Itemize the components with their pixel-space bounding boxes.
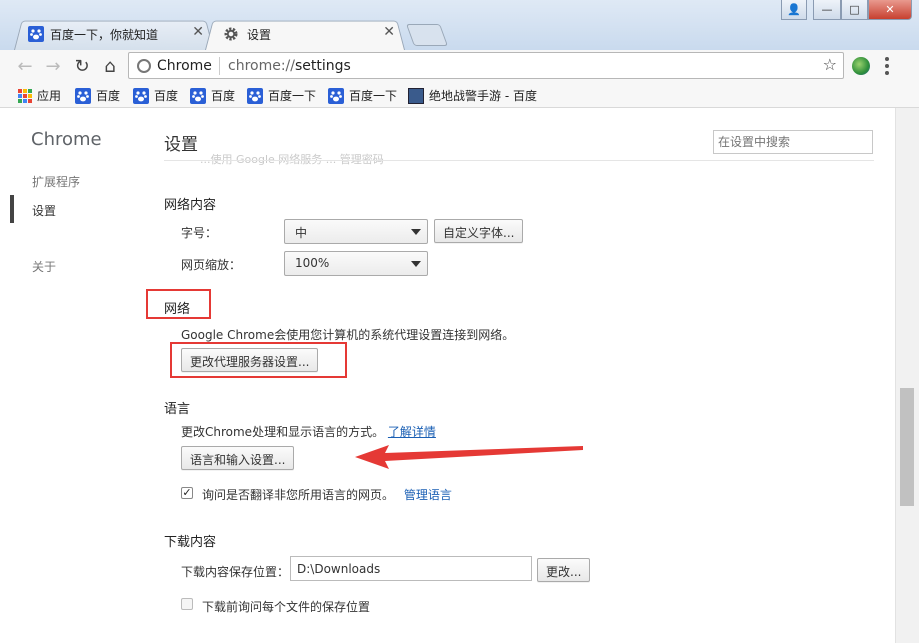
chrome-logo-icon [137, 59, 151, 73]
chrome-chip: Chrome [137, 58, 212, 74]
tab-baidu[interactable]: 百度一下，你就知道 ✕ [14, 18, 214, 50]
baidu-paw-icon [190, 87, 206, 104]
sidebar-item-settings[interactable]: 设置 [32, 202, 56, 219]
tab-strip: 百度一下，你就知道 ✕ 设置 ✕ 👤 — □ ✕ [0, 0, 919, 51]
sidebar-title: Chrome [31, 129, 102, 150]
maximize-button[interactable]: □ [841, 0, 868, 20]
section-heading-language: 语言 [164, 402, 191, 417]
sidebar-active-indicator [10, 195, 14, 223]
annotation-arrow-icon [355, 445, 583, 469]
user-profile-icon[interactable]: 👤 [781, 0, 807, 20]
bookmark-item[interactable]: 百度一下 [328, 87, 397, 104]
tab-label: 设置 [247, 28, 272, 42]
header-divider [164, 160, 874, 161]
tab-settings[interactable]: 设置 ✕ [205, 18, 405, 50]
bookmark-item[interactable]: 绝地战警手游 - 百度 [408, 87, 537, 104]
extension-icon[interactable] [852, 57, 870, 75]
bookmark-label: 百度一下 [349, 89, 398, 103]
bookmark-star-icon[interactable]: ☆ [823, 55, 837, 74]
baidu-paw-icon [328, 87, 344, 104]
url-path: settings [295, 58, 351, 74]
bookmark-item[interactable]: 百度一下 [247, 87, 316, 104]
bookmark-label: 绝地战警手游 - 百度 [429, 89, 537, 103]
chip-label: Chrome [157, 58, 212, 74]
bookmark-item[interactable]: 百度 [133, 87, 178, 104]
section-heading-downloads: 下载内容 [164, 535, 217, 550]
url-text[interactable]: chrome://settings [228, 58, 351, 74]
back-arrow-icon[interactable]: ← [14, 55, 36, 77]
page-zoom-value: 100% [295, 256, 330, 270]
download-location-label: 下载内容保存位置： [181, 565, 290, 579]
page-scrollbar[interactable] [895, 108, 919, 643]
annotation-box-network-heading [146, 289, 211, 319]
sidebar-item-extensions[interactable]: 扩展程序 [32, 173, 80, 190]
page-title: 设置 [164, 135, 198, 155]
network-description: Google Chrome会使用您计算机的系统代理设置连接到网络。 [181, 328, 515, 342]
chrome-menu-icon[interactable] [880, 55, 894, 77]
settings-search-input[interactable] [713, 130, 873, 154]
settings-page: Chrome 扩展程序 设置 关于 设置 ...使用 Google 网络服务 .… [0, 108, 895, 643]
address-bar[interactable]: Chrome chrome://settings ☆ [128, 52, 844, 79]
tab-close-icon[interactable]: ✕ [383, 24, 395, 40]
font-size-select[interactable]: 中 [284, 219, 428, 244]
download-location-field[interactable] [290, 556, 532, 581]
language-description: 更改Chrome处理和显示语言的方式。 [181, 425, 385, 439]
translate-row: 询问是否翻译非您所用语言的网页。 管理语言 [202, 486, 452, 503]
bookmark-label: 百度 [96, 89, 121, 103]
font-size-value: 中 [295, 226, 308, 240]
new-tab-button[interactable] [405, 24, 449, 46]
scrollbar-thumb[interactable] [900, 388, 914, 506]
page-zoom-label: 网页缩放： [181, 258, 242, 272]
apps-grid-icon [18, 88, 32, 103]
section-heading-web-content: 网络内容 [164, 198, 217, 213]
font-size-label: 字号： [181, 226, 218, 240]
forward-arrow-icon[interactable]: → [42, 55, 64, 77]
language-description-row: 更改Chrome处理和显示语言的方式。 了解详情 [181, 423, 436, 440]
bookmark-label: 应用 [37, 89, 62, 103]
custom-fonts-button[interactable]: 自定义字体... [434, 219, 524, 243]
baidu-paw-icon [247, 87, 263, 104]
language-input-settings-button[interactable]: 语言和输入设置... [181, 446, 295, 470]
annotation-box-proxy-button [170, 342, 347, 378]
learn-more-link[interactable]: 了解详情 [388, 425, 436, 439]
manage-languages-link[interactable]: 管理语言 [404, 488, 452, 502]
minimize-button[interactable]: — [813, 0, 841, 20]
baidu-paw-icon [28, 26, 44, 42]
game-favicon-icon [408, 87, 424, 104]
bookmark-label: 百度 [211, 89, 236, 103]
reload-icon[interactable]: ↻ [71, 55, 93, 77]
chevron-down-icon [411, 261, 421, 267]
tab-label: 百度一下，你就知道 [50, 28, 159, 42]
ask-save-location-checkbox[interactable] [181, 598, 193, 610]
bookmarks-bar: 应用 百度 百度 百度 百度一下 百度一下 绝地战警手游 - 百度 [0, 83, 919, 108]
bookmark-item[interactable]: 百度 [75, 87, 120, 104]
home-icon[interactable]: ⌂ [99, 55, 121, 77]
close-window-button[interactable]: ✕ [868, 0, 912, 20]
baidu-paw-icon [75, 87, 91, 104]
page-zoom-select[interactable]: 100% [284, 251, 428, 276]
ask-save-location-label: 下载前询问每个文件的保存位置 [202, 600, 371, 614]
tab-close-icon[interactable]: ✕ [192, 24, 204, 40]
change-download-location-button[interactable]: 更改... [537, 558, 591, 582]
sidebar-item-about[interactable]: 关于 [32, 258, 56, 275]
omnibox-divider [219, 57, 220, 75]
bookmark-item[interactable]: 百度 [190, 87, 235, 104]
translate-checkbox-label: 询问是否翻译非您所用语言的网页。 [202, 488, 395, 502]
baidu-paw-icon [133, 87, 149, 104]
bookmark-label: 百度一下 [268, 89, 317, 103]
bookmark-apps[interactable]: 应用 [18, 87, 61, 104]
url-scheme: chrome:// [228, 58, 295, 74]
faded-scrolled-text: ...使用 Google 网络服务 ... 管理密码 [200, 153, 384, 166]
gear-icon [224, 27, 238, 41]
chevron-down-icon [411, 229, 421, 235]
translate-checkbox[interactable]: ✓ [181, 487, 193, 499]
bookmark-label: 百度 [154, 89, 179, 103]
